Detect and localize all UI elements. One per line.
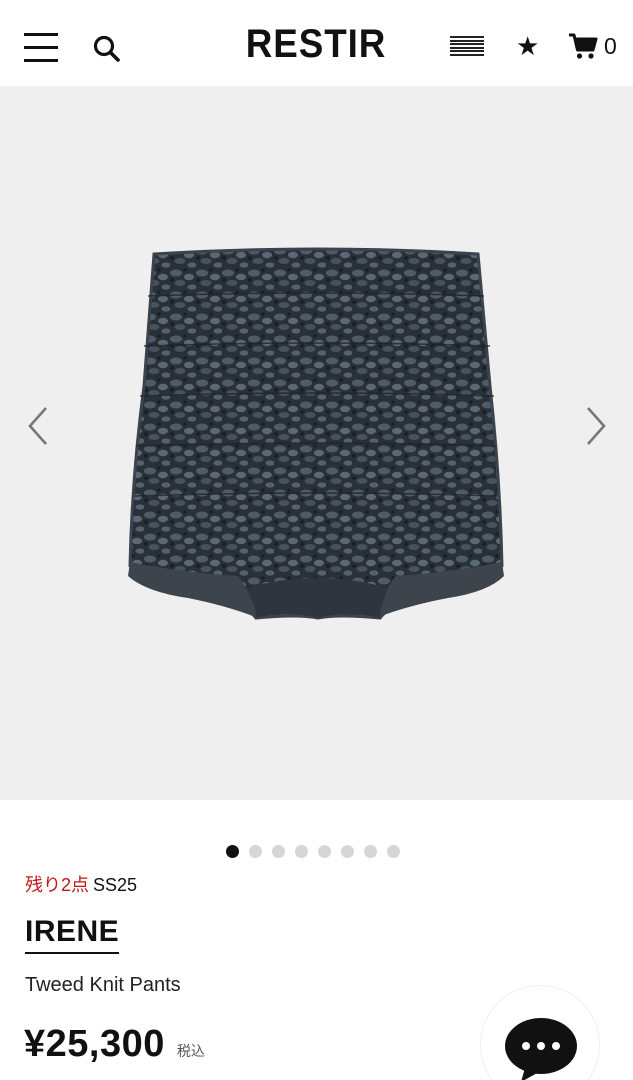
pagination-dot[interactable]: [272, 845, 285, 858]
pagination-dot[interactable]: [387, 845, 400, 858]
gallery-pagination: [226, 845, 400, 859]
brand-name[interactable]: IRENE: [25, 914, 120, 954]
site-header: RESTIR ★ 0: [0, 0, 633, 86]
pagination-dot[interactable]: [295, 845, 308, 858]
product-image-gallery[interactable]: [0, 86, 633, 800]
pagination-dot[interactable]: [226, 845, 239, 858]
us-flag-icon[interactable]: [450, 36, 484, 56]
product-page: RESTIR ★ 0 残り2点 SS25 IRENE Tweed Knit Pa…: [0, 0, 633, 1080]
hamburger-icon[interactable]: [24, 30, 58, 66]
cart-button[interactable]: 0: [568, 32, 628, 62]
pagination-dot[interactable]: [341, 845, 354, 858]
search-icon[interactable]: [92, 34, 126, 68]
cart-icon: [569, 33, 598, 59]
chevron-left-icon[interactable]: [24, 404, 54, 448]
cart-count: 0: [604, 33, 617, 59]
tax-note: 税込: [176, 1043, 205, 1059]
star-icon[interactable]: ★: [516, 30, 539, 62]
product-image: [128, 247, 504, 620]
stock-season-line: 残り2点 SS25: [25, 874, 137, 896]
stock-remaining: 残り2点: [25, 875, 90, 895]
price-row: ¥25,300 税込: [24, 1020, 205, 1068]
product-name: Tweed Knit Pants: [25, 974, 181, 996]
chevron-right-icon[interactable]: [580, 404, 610, 448]
pagination-dot[interactable]: [364, 845, 377, 858]
site-logo[interactable]: RESTIR: [224, 22, 408, 67]
pagination-dot[interactable]: [249, 845, 262, 858]
season-tag: SS25: [93, 875, 138, 895]
pagination-dot[interactable]: [318, 845, 331, 858]
chat-bubble-icon[interactable]: [503, 1016, 579, 1080]
price: ¥25,300: [24, 1023, 165, 1065]
